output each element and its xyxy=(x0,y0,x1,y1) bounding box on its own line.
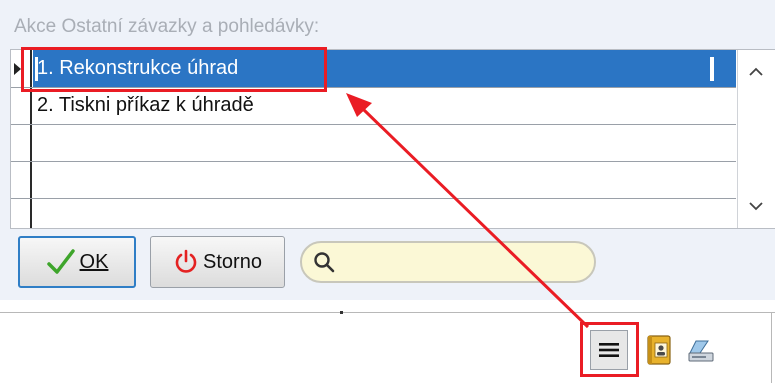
status-bar-edge xyxy=(771,312,772,383)
list-scrollbar[interactable] xyxy=(737,50,775,228)
menu-icon xyxy=(599,343,619,357)
list-item[interactable]: 1. Rekonstrukce úhrad xyxy=(11,50,736,88)
scroll-up-icon[interactable] xyxy=(746,62,766,82)
list-item[interactable] xyxy=(11,198,736,235)
scanner-button[interactable] xyxy=(682,330,720,370)
status-bar-divider xyxy=(0,312,775,313)
storno-button-label: Storno xyxy=(203,250,262,273)
search-input[interactable] xyxy=(300,241,596,283)
scroll-down-icon[interactable] xyxy=(746,196,766,216)
actions-dialog: Akce Ostatní závazky a pohledávky: 1. Re… xyxy=(0,0,775,300)
contacts-icon xyxy=(647,335,671,365)
ok-button[interactable]: OK xyxy=(18,236,136,288)
list-item[interactable] xyxy=(11,161,736,199)
checkmark-icon xyxy=(46,249,75,274)
contacts-button[interactable] xyxy=(640,330,678,370)
list-item[interactable] xyxy=(11,124,736,162)
list-item[interactable]: 2. Tiskni příkaz k úhradě xyxy=(11,87,736,125)
search-icon xyxy=(314,252,335,273)
text-cursor-end xyxy=(710,57,714,81)
power-icon xyxy=(175,249,197,273)
ok-button-label: OK xyxy=(79,250,109,273)
scanner-icon xyxy=(688,340,714,362)
list-item-label: 2. Tiskni příkaz k úhradě xyxy=(37,94,254,116)
status-bar-dot xyxy=(340,311,343,314)
dialog-title: Akce Ostatní závazky a pohledávky: xyxy=(14,16,320,37)
list-item-label: 1. Rekonstrukce úhrad xyxy=(37,57,239,79)
actions-list[interactable]: 1. Rekonstrukce úhrad 2. Tiskni příkaz k… xyxy=(10,49,775,229)
menu-button[interactable] xyxy=(590,330,628,370)
storno-button[interactable]: Storno xyxy=(150,236,285,288)
